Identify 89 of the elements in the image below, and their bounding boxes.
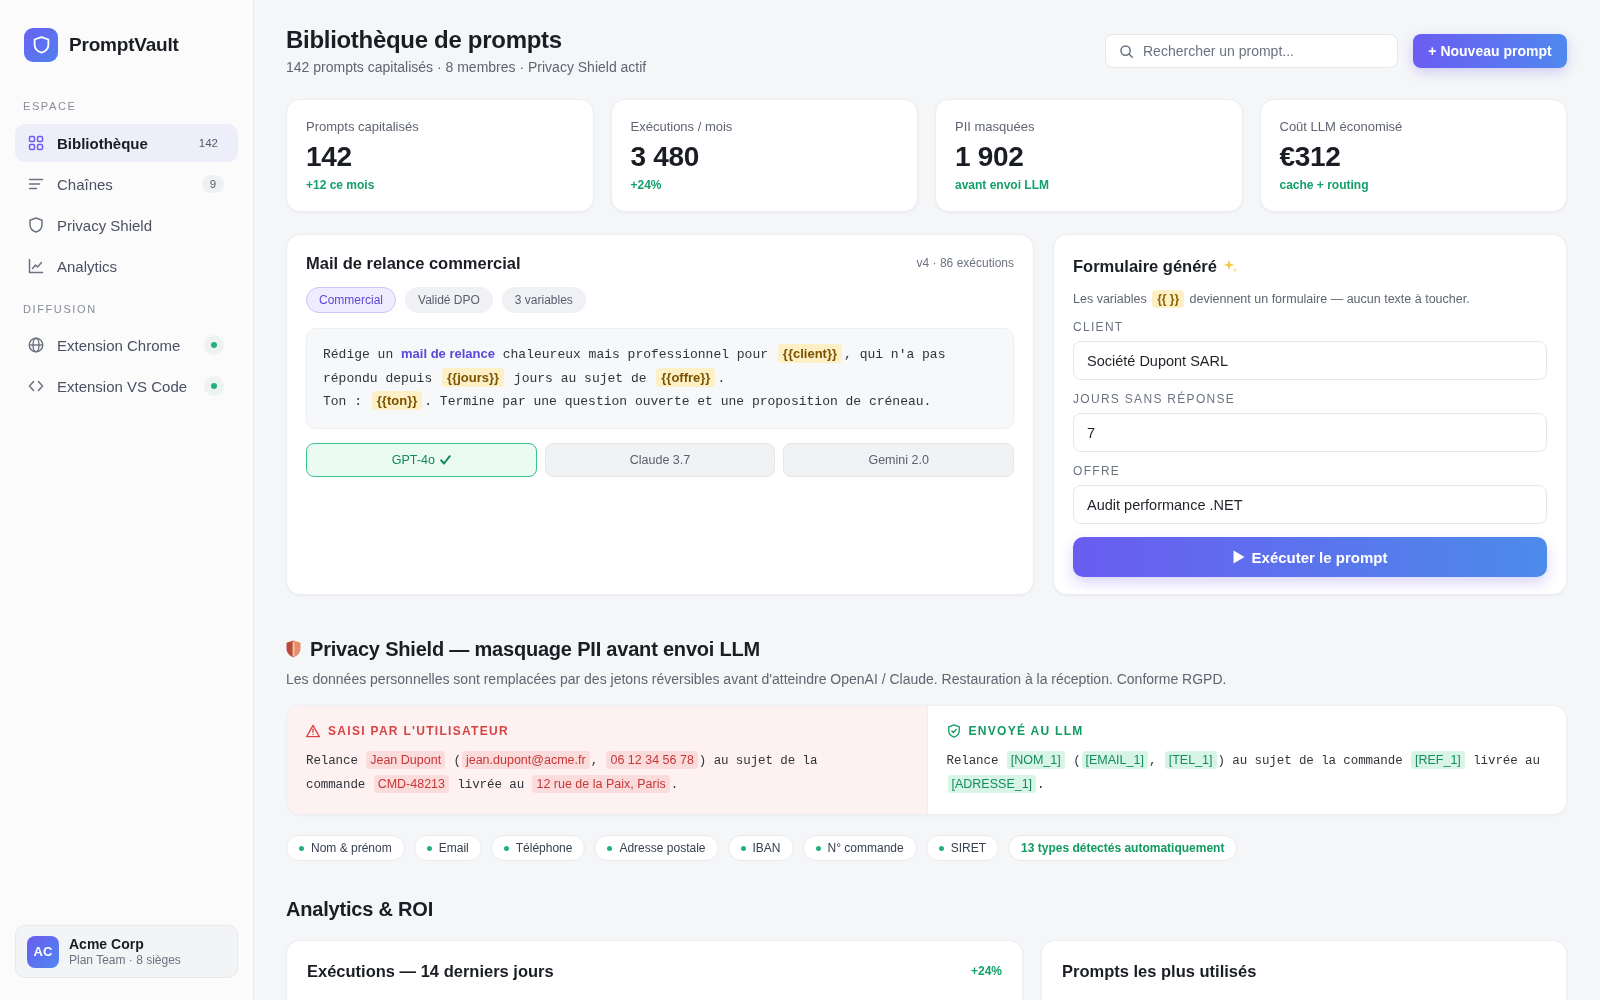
prompt-tag: 3 variables (501, 287, 586, 313)
warning-icon (306, 724, 320, 738)
stat-label: Prompts capitalisés (306, 119, 420, 135)
account-name: Acme Corp (69, 935, 145, 953)
prompt-tag: Commercial (306, 287, 396, 313)
stat-value: 1 902 (955, 141, 1025, 173)
search-icon (1120, 44, 1133, 58)
card-delta: +24% (970, 963, 1002, 980)
dot-icon (503, 845, 509, 851)
stat-delta: +12 ce mois (306, 177, 376, 193)
form-description: Les variables {{ }} deviennent un formulaire — aucun texte à toucher. (1073, 290, 1471, 308)
section-heading: DIFFUSION (22, 302, 98, 316)
detection-summary: 13 types détectés automatiquement (1008, 835, 1238, 861)
grid-icon (28, 135, 44, 151)
page-subtitle: 142 prompts capitalisés · 8 membres · Privacy Shield actif (286, 58, 647, 76)
field-label: OFFRE (1073, 463, 1122, 479)
sidebar-item[interactable]: Extension Chrome (15, 326, 238, 364)
section-title: Analytics & ROI (286, 897, 435, 922)
stat-label: Exécutions / mois (630, 119, 734, 135)
item-count: 9 (202, 175, 224, 193)
code-icon (28, 378, 44, 394)
field-label: JOURS SANS RÉPONSE (1073, 391, 1237, 407)
model-option[interactable]: Gemini 2.0 (783, 442, 1014, 477)
list-icon (28, 176, 44, 192)
prompt-text: Ton : {{ton}} . Termine par une question ouverte et une proposition de créneau. (323, 390, 933, 412)
avatar: AC (27, 935, 59, 968)
field-label: CLIENT (1073, 319, 1125, 335)
prompt-text: Rédige un mail de relance chaleureux mais professionnel pour {{client}} , qui n'a pas répondu depuis {{jours}} jours au sujet de {{offre}} . (323, 343, 947, 389)
dot-icon (299, 845, 304, 851)
panel-label: ENVOYÉ AU LLM (968, 723, 1084, 739)
play-icon (1232, 550, 1245, 564)
stat-delta: +24% (630, 177, 663, 193)
pii-type-label: Email (438, 841, 469, 855)
dot-icon (426, 845, 432, 851)
pii-type-label: IBAN (752, 841, 781, 855)
dot-icon (607, 845, 613, 851)
sidebar-item[interactable]: Chaînes 9 (15, 165, 238, 203)
dot-icon (740, 845, 746, 851)
new-prompt-button[interactable]: + Nouveau prompt (1413, 34, 1567, 68)
stat-value: 3 480 (630, 141, 701, 173)
stat-label: Coût LLM économisé (1279, 119, 1404, 135)
shield-icon (286, 640, 301, 658)
dot-icon (938, 845, 944, 851)
panel-label: SAISI PAR L'UTILISATEUR (328, 723, 509, 739)
brand-name: PromptVault (69, 34, 179, 56)
model-option[interactable]: GPT-4o (306, 442, 537, 477)
card-title: Prompts les plus utilisés (1062, 961, 1257, 981)
dot-icon (815, 845, 821, 851)
pii-type-label: Téléphone (515, 841, 573, 855)
prompt-meta: v4 · 86 exécutions (916, 256, 1014, 270)
pii-type-label: N° commande (827, 841, 904, 855)
stat-label: PII masquées (955, 119, 1036, 135)
section-title: Privacy Shield — masquage PII avant envoi LLM (310, 637, 761, 662)
account-plan: Plan Team · 8 sièges (69, 952, 181, 968)
text-input[interactable]: Société Dupont SARL (1073, 341, 1547, 380)
sparkle-icon (1222, 259, 1238, 273)
stat-value: €312 (1279, 141, 1342, 173)
sidebar-item[interactable]: Privacy Shield (15, 206, 238, 244)
sidebar-item[interactable]: Bibliothèque 142 (15, 124, 238, 162)
stat-value: 142 (306, 141, 353, 173)
stat-delta: cache + routing (1279, 177, 1370, 193)
search-field[interactable]: Rechercher un prompt... (1105, 34, 1398, 68)
chart-icon (28, 258, 44, 274)
stat-delta: avant envoi LLM (955, 177, 1050, 193)
pii-type-label: Nom & prénom (311, 841, 392, 855)
message-text: Relance [NOM_1] ( [EMAIL_1] , [TEL_1] ) au sujet de la commande [REF_1] livrée au [ADRESSE_1] . (946, 750, 1541, 795)
card-title: Exécutions — 14 derniers jours (307, 961, 554, 981)
globe-icon (28, 337, 44, 353)
message-text: Relance Jean Dupont ( jean.dupont@acme.fr , 06 12 34 56 78 ) au sujet de la commande CMD-48213 livrée au 12 rue de la Paix, Paris . (306, 750, 819, 795)
item-count: 142 (197, 136, 219, 151)
text-input[interactable]: 7 (1073, 413, 1547, 452)
shield-check-icon (946, 724, 961, 738)
model-option[interactable]: Claude 3.7 (544, 442, 776, 477)
page-title: Bibliothèque de prompts (286, 26, 563, 54)
section-heading: ESPACE (22, 99, 78, 113)
pii-type-label: Adresse postale (619, 841, 706, 855)
prompt-title: Mail de relance commercial (306, 253, 521, 273)
shield-icon (28, 217, 44, 233)
form-title: Formulaire généré (1073, 256, 1217, 276)
sidebar-item[interactable]: Extension VS Code (15, 367, 238, 405)
section-description: Les données personnelles sont remplacées par des jetons réversibles avant d'atteindre OpenAI / Claude. Restauration à la réception. Conforme RGPD. (286, 670, 1228, 688)
prompt-tag: Validé DPO (405, 287, 493, 313)
check-icon (439, 454, 451, 465)
text-input[interactable]: Audit performance .NET (1073, 485, 1547, 524)
account-card[interactable]: AC Acme Corp Plan Team · 8 sièges (15, 925, 238, 978)
shield-logo-icon (24, 28, 58, 62)
run-button[interactable]: Exécuter le prompt (1073, 537, 1547, 577)
sidebar-item[interactable]: Analytics (15, 247, 238, 285)
pii-type-label: SIRET (950, 841, 987, 855)
